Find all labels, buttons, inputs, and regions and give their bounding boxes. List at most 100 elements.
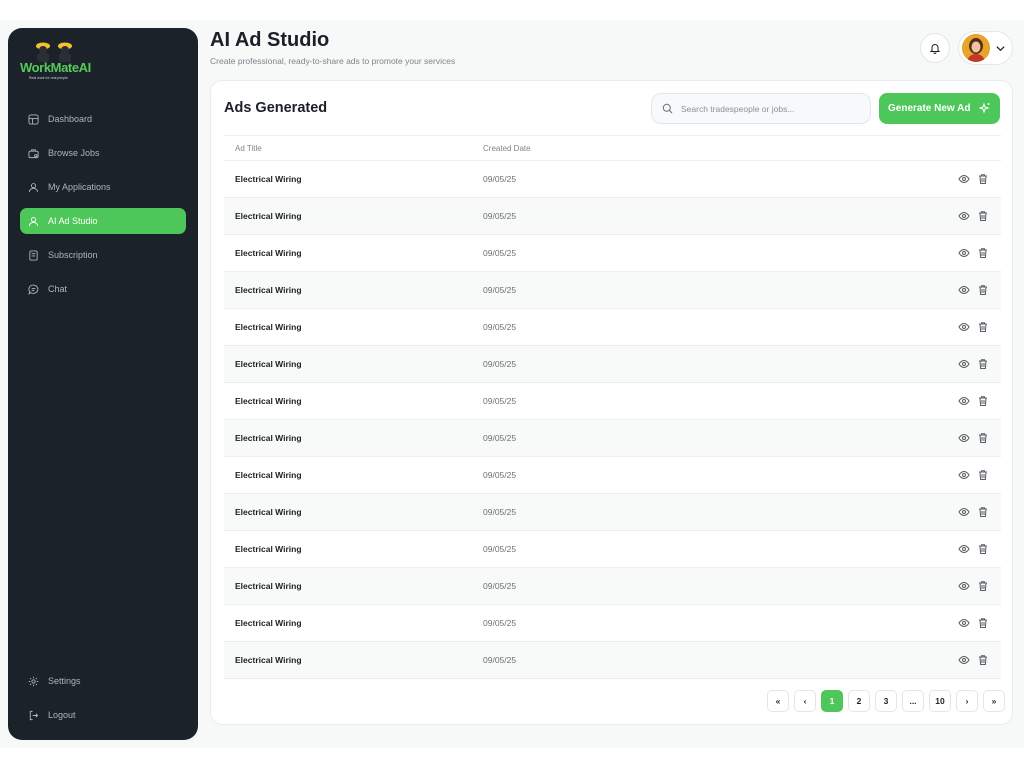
page-button-2[interactable]: 2: [848, 690, 870, 712]
created-date-cell: 09/05/25: [483, 581, 517, 591]
page-ellipsis: ...: [902, 690, 924, 712]
logo-tagline: Real work for real people: [29, 76, 68, 80]
table-row: Electrical Wiring 09/05/25: [224, 272, 1001, 309]
sidebar-item-subscription[interactable]: Subscription: [20, 242, 186, 268]
table-row: Electrical Wiring 09/05/25: [224, 309, 1001, 346]
view-eye-icon[interactable]: [958, 395, 970, 407]
created-date-cell: 09/05/25: [483, 285, 517, 295]
view-eye-icon[interactable]: [958, 247, 970, 259]
sidebar-item-browse-jobs[interactable]: Browse Jobs: [20, 140, 186, 166]
delete-trash-icon[interactable]: [977, 321, 989, 333]
pagination: « ‹ 1 2 3 ... 10 › »: [767, 690, 1005, 712]
page-subtitle: Create professional, ready-to-share ads …: [210, 56, 456, 66]
row-actions: [923, 432, 1001, 444]
logout-icon: [28, 710, 39, 721]
delete-trash-icon[interactable]: [977, 173, 989, 185]
search-icon: [662, 103, 673, 114]
notifications-button[interactable]: [920, 33, 950, 63]
table-row: Electrical Wiring 09/05/25: [224, 605, 1001, 642]
sidebar-item-dashboard[interactable]: Dashboard: [20, 106, 186, 132]
next-page-button[interactable]: ›: [956, 690, 978, 712]
delete-trash-icon[interactable]: [977, 358, 989, 370]
table-row: Electrical Wiring 09/05/25: [224, 494, 1001, 531]
search-input[interactable]: [681, 103, 851, 114]
view-eye-icon[interactable]: [958, 284, 970, 296]
sidebar-item-label: My Applications: [48, 182, 111, 192]
delete-trash-icon[interactable]: [977, 580, 989, 592]
delete-trash-icon[interactable]: [977, 543, 989, 555]
ad-title-cell: Electrical Wiring: [235, 248, 302, 258]
row-actions: [923, 654, 1001, 666]
delete-trash-icon[interactable]: [977, 395, 989, 407]
view-eye-icon[interactable]: [958, 617, 970, 629]
view-eye-icon[interactable]: [958, 506, 970, 518]
page-button-1[interactable]: 1: [821, 690, 843, 712]
brand-logo[interactable]: WorkMateAI Real work for real people: [20, 40, 110, 86]
view-eye-icon[interactable]: [958, 432, 970, 444]
view-eye-icon[interactable]: [958, 543, 970, 555]
created-date-cell: 09/05/25: [483, 322, 517, 332]
first-page-button[interactable]: «: [767, 690, 789, 712]
created-date-cell: 09/05/25: [483, 655, 517, 665]
ad-title-cell: Electrical Wiring: [235, 507, 302, 517]
ad-title-cell: Electrical Wiring: [235, 359, 302, 369]
table-row: Electrical Wiring 09/05/25: [224, 642, 1001, 679]
delete-trash-icon[interactable]: [977, 617, 989, 629]
created-date-cell: 09/05/25: [483, 211, 517, 221]
view-eye-icon[interactable]: [958, 210, 970, 222]
sidebar-item-label: Dashboard: [48, 114, 93, 124]
chevron-down-icon: [996, 46, 1005, 52]
document-icon: [28, 249, 39, 261]
ad-title-cell: Electrical Wiring: [235, 581, 302, 591]
page-button-10[interactable]: 10: [929, 690, 951, 712]
user-icon: [28, 216, 39, 227]
row-actions: [923, 580, 1001, 592]
ad-title-cell: Electrical Wiring: [235, 470, 302, 480]
row-actions: [923, 358, 1001, 370]
view-eye-icon[interactable]: [958, 580, 970, 592]
ad-title-cell: Electrical Wiring: [235, 396, 302, 406]
delete-trash-icon[interactable]: [977, 247, 989, 259]
sidebar-bottom-nav: Settings Logout: [20, 668, 186, 736]
view-eye-icon[interactable]: [958, 358, 970, 370]
table-row: Electrical Wiring 09/05/25: [224, 457, 1001, 494]
delete-trash-icon[interactable]: [977, 210, 989, 222]
row-actions: [923, 469, 1001, 481]
view-eye-icon[interactable]: [958, 321, 970, 333]
table-row: Electrical Wiring 09/05/25: [224, 235, 1001, 272]
generate-new-ad-button[interactable]: Generate New Ad: [879, 93, 1000, 124]
created-date-cell: 09/05/25: [483, 618, 517, 628]
sidebar-item-label: Chat: [48, 284, 68, 294]
last-page-button[interactable]: »: [983, 690, 1005, 712]
sidebar-item-label: Settings: [48, 676, 81, 686]
sidebar-item-settings[interactable]: Settings: [20, 668, 186, 694]
delete-trash-icon[interactable]: [977, 654, 989, 666]
card-title: Ads Generated: [224, 100, 328, 116]
ad-title-cell: Electrical Wiring: [235, 285, 302, 295]
view-eye-icon[interactable]: [958, 654, 970, 666]
page-title: AI Ad Studio: [210, 29, 330, 51]
view-eye-icon[interactable]: [958, 173, 970, 185]
delete-trash-icon[interactable]: [977, 432, 989, 444]
delete-trash-icon[interactable]: [977, 506, 989, 518]
ad-title-cell: Electrical Wiring: [235, 174, 302, 184]
page-button-3[interactable]: 3: [875, 690, 897, 712]
delete-trash-icon[interactable]: [977, 469, 989, 481]
profile-menu[interactable]: [958, 31, 1013, 65]
ads-card: Ads Generated Generate New Ad Ad Title C…: [210, 80, 1013, 725]
table-row: Electrical Wiring 09/05/25: [224, 383, 1001, 420]
created-date-cell: 09/05/25: [483, 359, 517, 369]
sidebar-item-chat[interactable]: Chat: [20, 276, 186, 302]
created-date-cell: 09/05/25: [483, 248, 517, 258]
sidebar-item-ai-ad-studio[interactable]: AI Ad Studio: [20, 208, 186, 234]
search-box[interactable]: [651, 93, 871, 124]
delete-trash-icon[interactable]: [977, 284, 989, 296]
sidebar-item-label: Logout: [48, 710, 76, 720]
created-date-cell: 09/05/25: [483, 470, 517, 480]
prev-page-button[interactable]: ‹: [794, 690, 816, 712]
view-eye-icon[interactable]: [958, 469, 970, 481]
row-actions: [923, 543, 1001, 555]
avatar: [962, 34, 990, 62]
sidebar-item-logout[interactable]: Logout: [20, 702, 186, 728]
sidebar-item-my-applications[interactable]: My Applications: [20, 174, 186, 200]
